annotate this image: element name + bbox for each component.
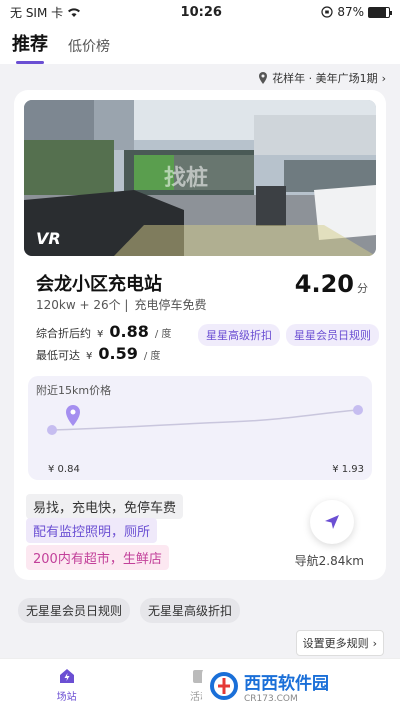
tab-low-price[interactable]: 低价榜 <box>68 36 110 64</box>
bottom-nav: 场站 活动 我的 西西软件园 CR173.COM <box>0 658 400 710</box>
location-text: 花样年 · 美年广场1期 <box>272 72 378 85</box>
feature-tag-2: 配有监控照明，厕所 <box>26 518 158 543</box>
navigation-distance[interactable]: 导航2.84km <box>295 552 364 569</box>
charging-station-icon <box>59 669 74 683</box>
chevron-right-icon: › <box>372 636 377 650</box>
more-rules-label: 设置更多规则 <box>302 637 369 650</box>
price-lowest: 最低可达 ¥ 0.59 / 度 <box>36 344 160 363</box>
status-right: 87% <box>321 5 392 19</box>
station-card[interactable]: 找桩 VR 会龙小区充电站 120kw + 26个 | 充电停车免费 4.20 分… <box>14 90 386 580</box>
navigation-arrow-icon <box>325 515 339 529</box>
feature-tag-1: 易找，充电快，免停车费 <box>26 494 184 519</box>
station-parking: 充电停车免费 <box>134 298 207 312</box>
location-pin-icon <box>259 72 268 84</box>
price-trend-line <box>51 409 359 431</box>
battery-icon <box>367 6 392 18</box>
price-lowest-label: 最低可达 <box>36 349 80 362</box>
orientation-lock-icon <box>321 6 333 18</box>
price-after-discount: 综合折后约 ¥ 0.88 / 度 <box>36 322 171 341</box>
feature-tag-3: 200内有超市，生鲜店 <box>26 545 169 570</box>
price-min-label: ¥ 0.84 <box>48 464 80 475</box>
rule-chips: 无星星会员日规则 无星星高级折扣 <box>18 598 241 623</box>
watermark-logo-icon <box>210 672 238 700</box>
station-name: 会龙小区充电站 <box>36 274 162 295</box>
currency-symbol: ¥ <box>97 329 104 340</box>
photo-watermark: 找桩 <box>164 165 208 191</box>
chevron-right-icon: › <box>381 71 386 85</box>
battery-fill <box>368 7 387 17</box>
bottom-nav-stations[interactable]: 场站 <box>57 666 77 703</box>
current-price-marker-icon <box>66 405 80 426</box>
tag-member-day-rule[interactable]: 星星会员日规则 <box>286 324 379 346</box>
wifi-icon <box>68 7 81 17</box>
station-subtitle: 120kw + 26个 | 充电停车免费 <box>36 296 207 313</box>
watermark-text: 西西软件园 CR173.COM <box>244 669 329 704</box>
status-time: 10:26 <box>180 4 222 20</box>
site-watermark: 西西软件园 CR173.COM <box>202 666 392 706</box>
station-power: 120kw + 26个 | <box>36 298 129 312</box>
station-score: 4.20 分 <box>295 270 368 298</box>
watermark-sub: CR173.COM <box>244 693 298 704</box>
score-unit: 分 <box>357 282 368 295</box>
price-after-discount-label: 综合折后约 <box>36 327 91 340</box>
watermark-main: 西西软件园 <box>244 673 329 694</box>
price-max-point <box>353 405 363 415</box>
price-unit: / 度 <box>143 351 161 362</box>
price-chart-title: 附近15km价格 <box>36 384 112 397</box>
status-bar: 无 SIM 卡 10:26 87% <box>0 0 400 24</box>
currency-symbol: ¥ <box>86 351 93 362</box>
vr-badge[interactable]: VR <box>36 229 61 248</box>
carrier-label: 无 SIM 卡 <box>10 5 64 20</box>
navigate-button[interactable] <box>310 500 354 544</box>
price-after-discount-value: 0.88 <box>109 322 149 341</box>
station-photo-illustration: 找桩 <box>24 100 376 256</box>
price-min-point <box>47 425 57 435</box>
chip-no-member-day-rule[interactable]: 无星星会员日规则 <box>18 598 131 623</box>
tag-premium-discount[interactable]: 星星高级折扣 <box>198 324 280 346</box>
price-lowest-value: 0.59 <box>98 344 138 363</box>
more-rules-button[interactable]: 设置更多规则 › <box>295 630 384 656</box>
status-left: 无 SIM 卡 <box>10 4 81 21</box>
top-tabs: 推荐 低价榜 <box>0 24 400 64</box>
current-price-marker-dot <box>70 409 76 415</box>
location-selector[interactable]: 花样年 · 美年广场1期 › <box>0 64 400 92</box>
battery-percent: 87% <box>337 5 364 19</box>
price-max-label: ¥ 1.93 <box>332 464 364 475</box>
price-unit: / 度 <box>154 329 172 340</box>
station-photo[interactable]: 找桩 VR <box>24 100 376 256</box>
chip-no-premium-discount[interactable]: 无星星高级折扣 <box>140 598 241 623</box>
score-value: 4.20 <box>294 270 354 298</box>
nearby-price-chart: 附近15km价格 ¥ 0.84 ¥ 1.93 <box>28 376 372 480</box>
bottom-nav-stations-label: 场站 <box>56 692 77 703</box>
tab-recommend[interactable]: 推荐 <box>12 30 48 64</box>
